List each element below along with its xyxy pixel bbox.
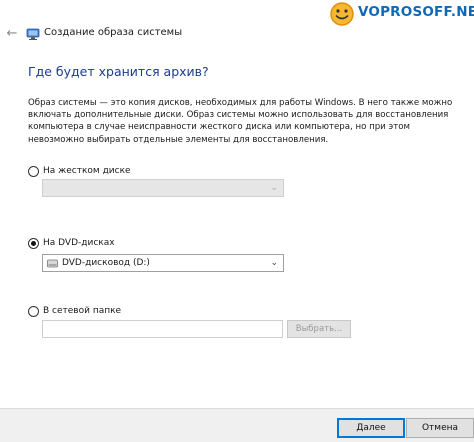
back-arrow-icon[interactable]: ← [4, 26, 20, 42]
cancel-button[interactable]: Отмена [406, 418, 474, 438]
backup-wizard-window: VOPROSOFF.NET ← Создание образа системы … [0, 0, 474, 442]
dvd-drive-select[interactable]: DVD-дисковод (D:) ⌄ [42, 254, 284, 272]
backup-app-icon [26, 28, 40, 40]
next-button[interactable]: Далее [337, 418, 405, 438]
page-description: Образ системы — это копия дисков, необхо… [28, 98, 453, 145]
hard-disk-option[interactable]: На жестком диске [28, 164, 131, 178]
hard-disk-select[interactable]: ⌄ [42, 179, 284, 197]
hard-disk-label: На жестком диске [43, 166, 131, 176]
dvd-radio[interactable] [28, 237, 39, 249]
window-title: Создание образа системы [44, 27, 183, 38]
network-radio[interactable] [28, 305, 39, 317]
dvd-label: На DVD-дисках [43, 238, 115, 248]
dvd-drive-value: DVD-дисковод (D:) [62, 258, 150, 268]
dvd-drive-icon [47, 259, 58, 267]
hard-disk-radio[interactable] [28, 165, 39, 177]
chevron-down-icon: ⌄ [270, 183, 278, 193]
browse-button[interactable]: Выбрать... [287, 320, 351, 338]
network-path-input[interactable] [42, 320, 283, 338]
chevron-down-icon: ⌄ [270, 258, 278, 268]
watermark-text: VOPROSOFF.NET [358, 4, 474, 20]
network-option[interactable]: В сетевой папке [28, 304, 121, 318]
footer-bar: Далее Отмена [0, 408, 474, 442]
page-heading: Где будет хранится архив? [28, 64, 209, 79]
title-bar: ← Создание образа системы [0, 22, 474, 48]
dvd-option[interactable]: На DVD-дисках [28, 236, 115, 250]
network-label: В сетевой папке [43, 306, 122, 316]
